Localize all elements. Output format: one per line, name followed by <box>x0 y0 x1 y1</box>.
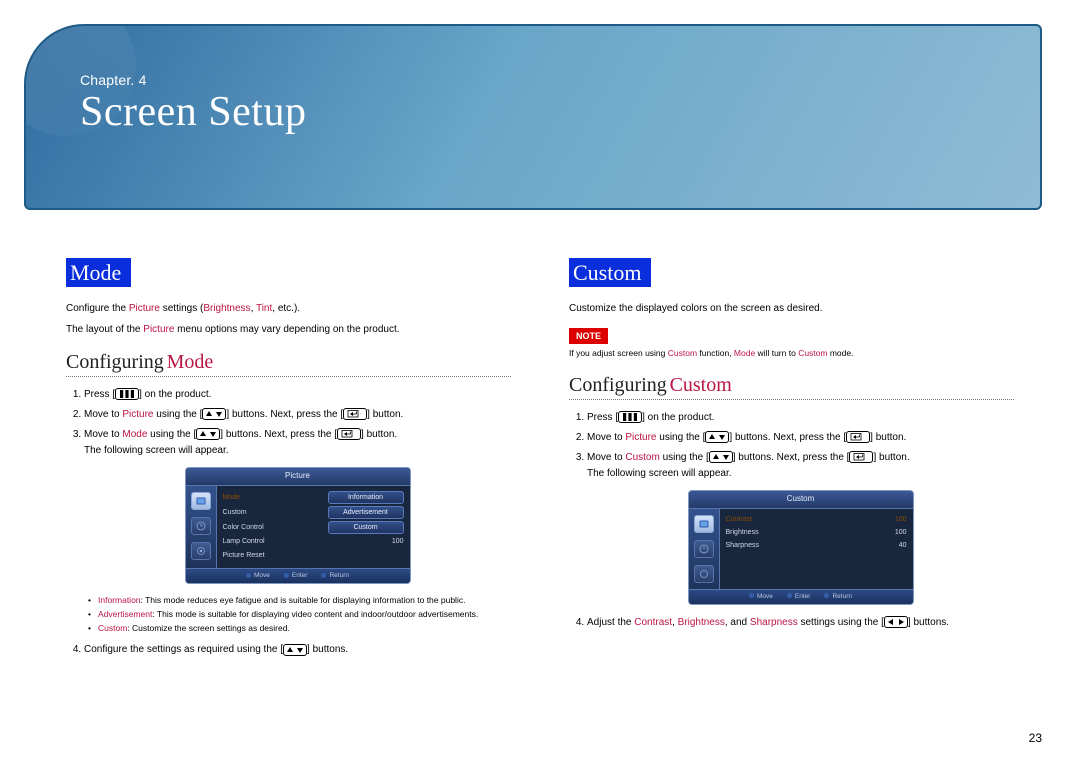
enter-button-icon <box>849 451 873 463</box>
mode-step-4: Configure the settings as required using… <box>84 642 511 658</box>
subhead-configuring-custom: Configuring Custom <box>569 374 1014 400</box>
osd-rows: Contrast100 Brightness100 Sharpness40 <box>720 509 913 589</box>
mode-step-3: Move to Mode using the [] buttons. Next,… <box>84 427 511 634</box>
osd-picture-menu: Picture ModeInformation CustomAdvertisem… <box>185 467 411 584</box>
subhead-configuring-mode: Configuring Mode <box>66 351 511 377</box>
osd-row: Sharpness40 <box>726 539 907 552</box>
up-down-button-icon <box>283 644 307 656</box>
osd-row: Lamp Control100 <box>223 535 404 548</box>
osd-picture-icon <box>694 515 714 533</box>
custom-step-4: Adjust the Contrast, Brightness, and Sha… <box>587 615 1014 631</box>
mode-step-2: Move to Picture using the [] buttons. Ne… <box>84 407 511 423</box>
custom-intro: Customize the displayed colors on the sc… <box>569 301 1014 316</box>
osd-side-icons <box>689 509 720 589</box>
osd-row: ModeInformation <box>223 490 404 505</box>
section-heading-custom: Custom <box>569 258 651 287</box>
page-number: 23 <box>1029 731 1042 745</box>
mode-step-1: Press [ ] on the product. <box>84 387 511 403</box>
section-heading-mode: Mode <box>66 258 131 287</box>
custom-step-1: Press [] on the product. <box>587 410 1014 426</box>
bullet-advertisement: Advertisement: This mode is suitable for… <box>88 608 511 621</box>
enter-button-icon <box>846 431 870 443</box>
page: Chapter. 4 Screen Setup Mode Configure t… <box>0 0 1080 763</box>
note-badge: NOTE <box>569 328 608 344</box>
chapter-title: Screen Setup <box>80 88 306 136</box>
osd-row: CustomAdvertisement <box>223 505 404 520</box>
osd-tool-icon <box>191 542 211 560</box>
col-right: Custom Customize the displayed colors on… <box>569 258 1014 662</box>
mode-intro-2: The layout of the Picture menu options m… <box>66 322 511 337</box>
svg-text:': ' <box>360 412 361 417</box>
chapter-tab-card: Chapter. 4 Screen Setup <box>24 24 1042 210</box>
mode-steps: Press [ ] on the product. Move to Pictur… <box>66 387 511 658</box>
osd-row: Color ControlCustom <box>223 520 404 535</box>
osd-row: Brightness100 <box>726 526 907 539</box>
osd-clock-icon <box>191 517 211 535</box>
osd-row: Contrast100 <box>726 513 907 526</box>
up-down-button-icon <box>202 408 226 420</box>
chapter-tab-text: Chapter. 4 Screen Setup <box>80 72 306 136</box>
mode-bullets: Information: This mode reduces eye fatig… <box>84 594 511 634</box>
left-right-button-icon <box>884 616 908 628</box>
custom-note: If you adjust screen using Custom functi… <box>569 348 1014 360</box>
menu-button-icon <box>115 388 139 400</box>
menu-button-icon <box>618 411 642 423</box>
bullet-custom: Custom: Customize the screen settings as… <box>88 622 511 635</box>
osd-custom-title: Custom <box>689 491 913 509</box>
custom-step-3: Move to Custom using the [] buttons. Nex… <box>587 450 1014 605</box>
osd-tool-icon <box>694 565 714 583</box>
osd-side-icons <box>186 486 217 568</box>
osd-foot: Move Enter Return <box>689 589 913 604</box>
custom-steps: Press [] on the product. Move to Picture… <box>569 410 1014 631</box>
enter-button-icon <box>337 428 361 440</box>
bullet-information: Information: This mode reduces eye fatig… <box>88 594 511 607</box>
up-down-button-icon <box>705 431 729 443</box>
osd-picture-title: Picture <box>186 468 410 486</box>
osd-custom-menu: Custom Contrast100 Brightness100 Sharpne… <box>688 490 914 605</box>
chapter-label: Chapter. 4 <box>80 72 306 88</box>
enter-button-icon: ' <box>343 408 367 420</box>
osd-foot: Move Enter Return <box>186 568 410 583</box>
up-down-button-icon <box>196 428 220 440</box>
mode-intro-1: Configure the Picture settings (Brightne… <box>66 301 511 316</box>
custom-step-2: Move to Picture using the [] buttons. Ne… <box>587 430 1014 446</box>
up-down-button-icon <box>709 451 733 463</box>
col-left: Mode Configure the Picture settings (Bri… <box>66 258 511 662</box>
osd-row: Picture Reset <box>223 549 404 562</box>
osd-rows: ModeInformation CustomAdvertisement Colo… <box>217 486 410 568</box>
osd-clock-icon <box>694 540 714 558</box>
osd-picture-icon <box>191 492 211 510</box>
